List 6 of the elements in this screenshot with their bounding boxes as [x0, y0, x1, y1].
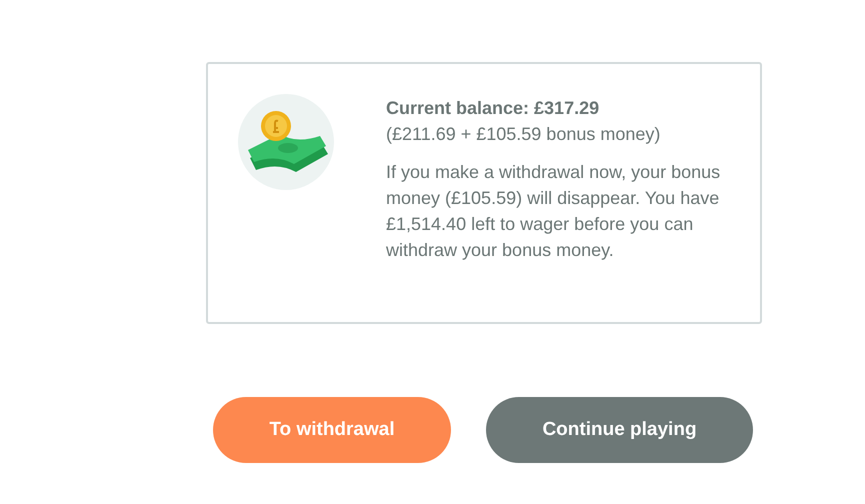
bonus-warning: If you make a withdrawal now, your bonus money (£105.59) will disappear. You have £1,514.40 left to wager before you can withdraw your bonus money.: [386, 161, 722, 262]
money-icon: [238, 94, 334, 190]
balance-title: Current balance: £317.29: [386, 97, 600, 120]
withdrawal-button[interactable]: To withdrawal: [213, 397, 451, 463]
balance-breakdown: (£211.69 + £105.59 bonus money): [386, 123, 662, 146]
continue-button[interactable]: Continue playing: [486, 397, 753, 463]
